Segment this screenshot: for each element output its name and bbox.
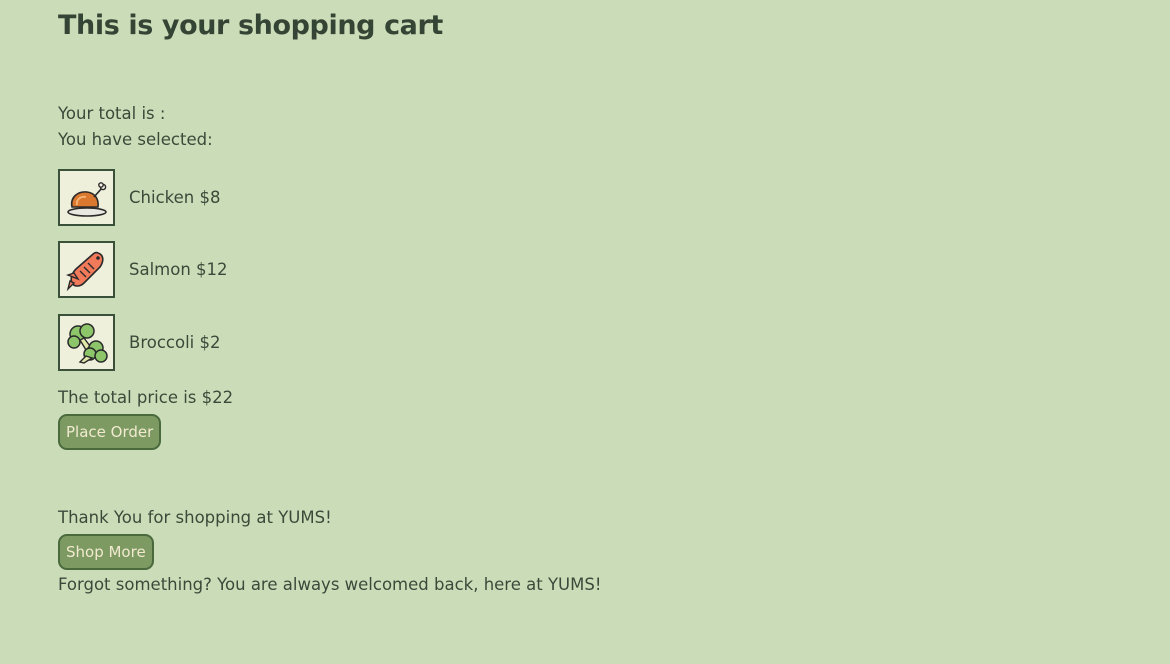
- salmon-thumbnail: [58, 241, 115, 298]
- page-title: This is your shopping cart: [58, 10, 443, 41]
- cart-item-salmon: Salmon $12: [58, 241, 228, 298]
- cart-item-chicken: Chicken $8: [58, 169, 220, 226]
- total-price-text: The total price is $22: [58, 388, 234, 407]
- forgot-text: Forgot something? You are always welcome…: [58, 575, 602, 594]
- broccoli-thumbnail: [58, 314, 115, 371]
- item-label: Broccoli $2: [129, 333, 221, 352]
- salmon-icon: [65, 251, 104, 291]
- place-order-button[interactable]: Place Order: [58, 414, 162, 450]
- thank-you-text: Thank You for shopping at YUMS!: [58, 508, 332, 527]
- chicken-thumbnail: [58, 169, 115, 226]
- shop-more-button[interactable]: Shop More: [58, 534, 154, 570]
- cart-item-broccoli: Broccoli $2: [58, 314, 220, 371]
- item-label: Salmon $12: [129, 260, 228, 279]
- selected-label: You have selected:: [58, 130, 213, 149]
- broccoli-icon: [66, 322, 108, 364]
- total-label: Your total is :: [58, 104, 166, 123]
- chicken-icon: [66, 181, 107, 217]
- item-label: Chicken $8: [129, 188, 221, 207]
